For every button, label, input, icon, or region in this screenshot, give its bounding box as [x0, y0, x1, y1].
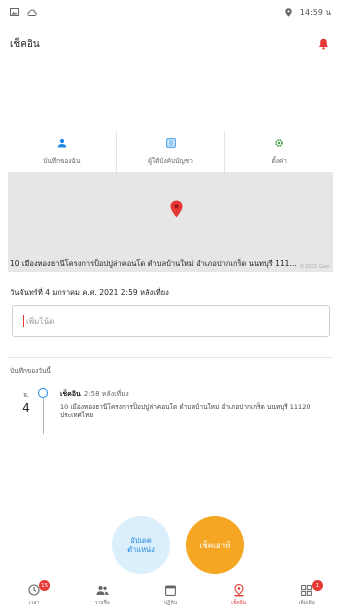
nav-badge-more: 1	[311, 580, 323, 591]
list-icon	[165, 138, 176, 151]
update-label-line1: อัปเดต	[130, 535, 152, 545]
grid-icon: 1	[299, 580, 323, 597]
people-icon	[94, 583, 110, 597]
nav-label-contacts: รายชื่อ	[94, 600, 110, 606]
my-records-button[interactable]: บันทึกของฉัน	[8, 132, 117, 172]
app-bar: เช็คอิน	[0, 30, 341, 58]
map-view[interactable]: ©2021 Goo	[8, 172, 333, 272]
settings-button[interactable]: ตั้งค่า	[225, 132, 333, 172]
current-datetime: วันจันทร์ที่ 4 มกราคม ค.ศ. 2021 2:59 หลั…	[10, 288, 169, 297]
entry-header: เช็คอิน 2:58 หลังเที่ยง	[60, 389, 325, 400]
calendar-icon	[163, 583, 179, 597]
update-label-line2: ตำแหน่ง	[127, 545, 155, 554]
nav-item-calendar[interactable]: ปฏิทิน	[136, 580, 204, 610]
status-time: 14:59 น	[299, 7, 331, 17]
nav-label-time: เวลา	[28, 600, 40, 606]
update-location-button[interactable]: อัปเดต ตำแหน่ง	[112, 516, 170, 574]
list-item[interactable]: เช็คอิน 2:58 หลังเที่ยง 10 เมืองทองธานีโค…	[60, 389, 325, 419]
timeline-dot-icon	[38, 388, 48, 398]
my-records-label: บันทึกของฉัน	[43, 157, 81, 165]
checkout-button[interactable]: เช็คเอาท์	[186, 516, 244, 574]
nav-item-time[interactable]: 15 เวลา	[0, 580, 68, 610]
nav-item-more[interactable]: 1 เพิ่มเติม	[273, 580, 341, 610]
subordinates-label: ผู้ใต้บังคับบัญชา	[148, 157, 193, 165]
settings-label: ตั้งค่า	[271, 157, 287, 165]
checkin-location-icon	[231, 583, 247, 597]
today-records-label: บันทึกของวันนี้	[10, 367, 51, 375]
bottom-nav: 15 เวลา รายชื่อ ปฏิทิน เช็คอิน 1 เพิ่มเต…	[0, 580, 341, 610]
clock-icon: 15	[26, 580, 51, 597]
timeline-day-of-week: จ.	[23, 391, 29, 399]
location-icon	[285, 7, 292, 17]
gallery-icon	[10, 8, 19, 16]
subordinates-button[interactable]: ผู้ใต้บังคับบัญชา	[117, 132, 226, 172]
status-bar: 14:59 น	[0, 0, 341, 24]
note-placeholder: เพิ่มโน้ต	[26, 316, 55, 326]
nav-label-more: เพิ่มเติม	[298, 600, 316, 606]
nav-badge-time: 15	[39, 580, 51, 591]
timeline-line	[42, 398, 44, 434]
timeline-day: 4	[22, 401, 30, 415]
timeline-date: จ. 4	[16, 390, 36, 415]
entry-address: 10 เมืองทองธานีโครงการป็อปปูล่าคอนโด ตำบ…	[60, 403, 311, 420]
page-title: เช็คอิน	[10, 38, 40, 50]
person-icon	[57, 138, 67, 151]
gear-icon	[274, 138, 284, 151]
nav-item-checkin[interactable]: เช็คอิน	[205, 580, 273, 610]
nav-label-calendar: ปฏิทิน	[163, 600, 178, 606]
entry-time: 2:58 หลังเที่ยง	[83, 390, 129, 398]
text-cursor	[23, 315, 24, 327]
nav-label-checkin: เช็คอิน	[231, 600, 247, 606]
entry-type: เช็คอิน	[60, 390, 81, 398]
checkout-label: เช็คเอาท์	[199, 540, 231, 550]
cloud-icon	[27, 9, 37, 16]
bell-icon[interactable]	[315, 36, 331, 52]
note-input[interactable]: เพิ่มโน้ต	[12, 305, 330, 337]
nav-item-contacts[interactable]: รายชื่อ	[68, 580, 136, 610]
map-address: 10 เมืองทองธานีโครงการป็อปปูล่าคอนโด ตำบ…	[10, 259, 297, 268]
top-actions: บันทึกของฉัน ผู้ใต้บังคับบัญชา ตั้งค่า	[8, 132, 333, 172]
section-divider	[8, 357, 333, 358]
map-pin-icon	[170, 200, 183, 221]
